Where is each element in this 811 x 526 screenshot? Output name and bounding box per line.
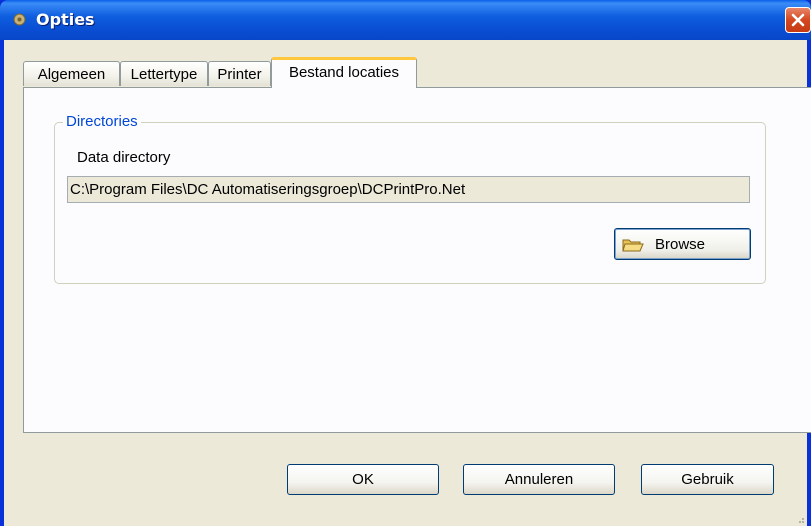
data-directory-field[interactable]: C:\Program Files\DC Automatiseringsgroep… (67, 176, 750, 203)
options-window: Opties Algemeen Lettertype Printer Besta… (0, 0, 811, 526)
tab-algemeen[interactable]: Algemeen (23, 61, 120, 86)
cancel-button[interactable]: Annuleren (463, 464, 615, 495)
close-button[interactable] (785, 7, 811, 33)
tab-bestand-locaties[interactable]: Bestand locaties (271, 57, 417, 88)
window-title: Opties (36, 10, 95, 29)
directories-group: Directories Data directory C:\Program Fi… (54, 113, 766, 284)
tab-printer[interactable]: Printer (208, 61, 271, 86)
gear-icon (13, 13, 26, 26)
tab-lettertype[interactable]: Lettertype (120, 61, 208, 86)
browse-button[interactable]: Browse (614, 228, 751, 260)
dialog-client-area: Algemeen Lettertype Printer Bestand loca… (4, 40, 811, 526)
close-icon (791, 13, 805, 27)
ok-button[interactable]: OK (287, 464, 439, 495)
resize-grip-icon[interactable] (795, 514, 805, 524)
folder-icon (622, 239, 644, 252)
browse-label: Browse (655, 236, 706, 253)
group-title: Directories (63, 113, 141, 130)
apply-button[interactable]: Gebruik (641, 464, 774, 495)
tab-panel: Directories Data directory C:\Program Fi… (23, 87, 811, 433)
title-bar[interactable]: Opties (0, 0, 811, 40)
data-directory-label: Data directory (77, 149, 171, 166)
